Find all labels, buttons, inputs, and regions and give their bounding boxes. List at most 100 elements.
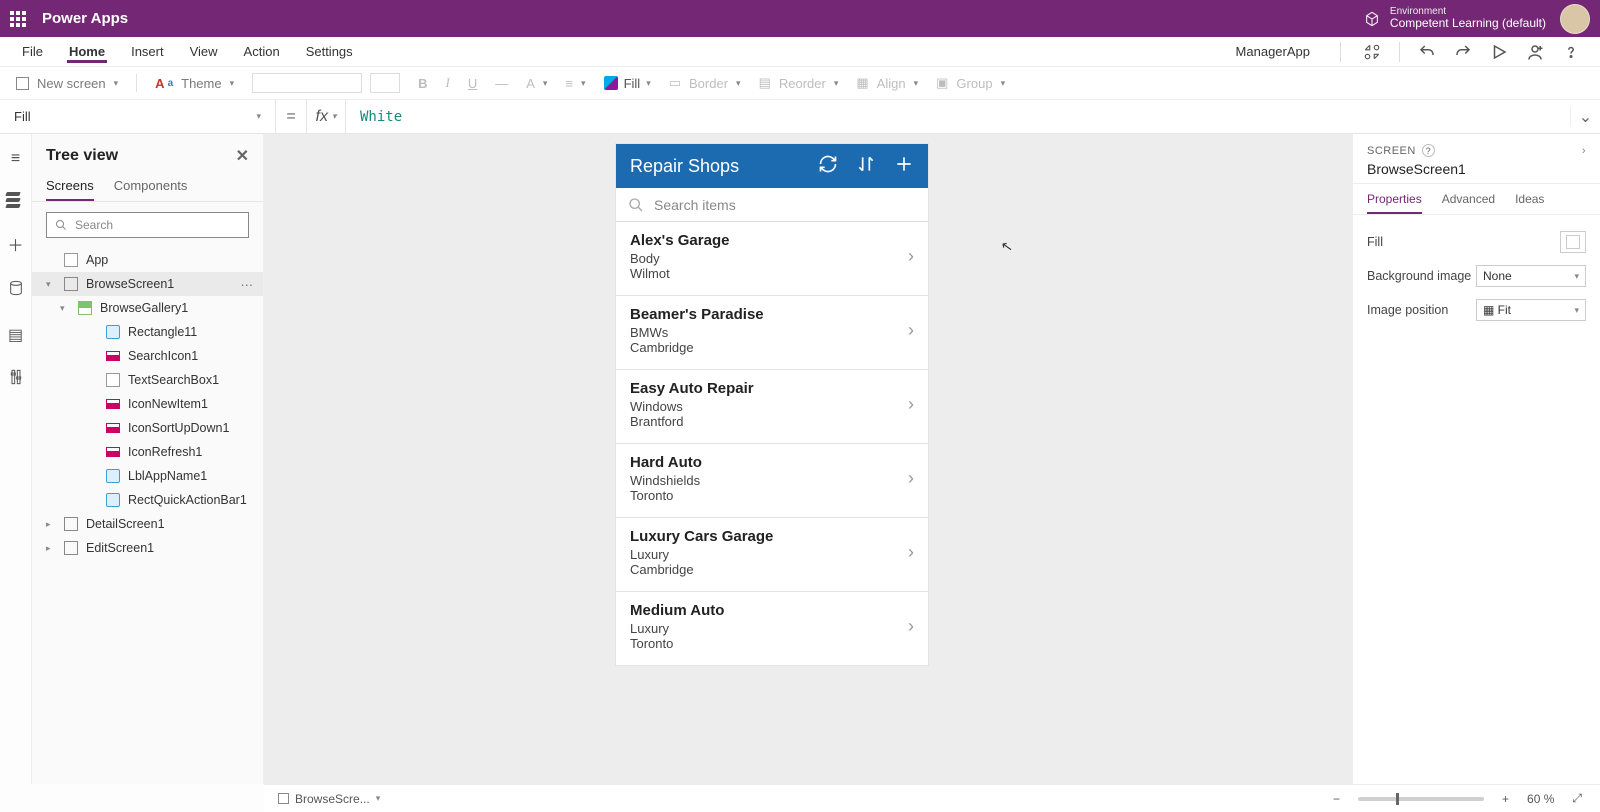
tree-search-input[interactable]: Search	[46, 212, 249, 238]
rail-tools-icon[interactable]	[6, 369, 26, 390]
user-avatar[interactable]	[1560, 4, 1590, 34]
menu-tab-action[interactable]: Action	[242, 40, 282, 63]
menu-tab-file[interactable]: File	[20, 40, 45, 63]
bold-button[interactable]: B	[418, 76, 427, 91]
title-bar: Power Apps Environment Competent Learnin…	[0, 0, 1600, 37]
text-align-button[interactable]: ≡▾	[565, 76, 585, 91]
tree-item-iconsortupdown1[interactable]: IconSortUpDown1	[32, 416, 263, 440]
rail-hamburger-icon[interactable]: ≡	[6, 150, 26, 168]
app-checker-icon[interactable]	[1363, 43, 1381, 61]
tree-tab-screens[interactable]: Screens	[46, 172, 94, 201]
undo-icon[interactable]	[1418, 43, 1436, 61]
new-screen-button[interactable]: New screen▾	[16, 76, 118, 91]
play-icon[interactable]	[1490, 43, 1508, 61]
list-item[interactable]: Medium AutoLuxuryToronto›	[616, 592, 928, 665]
prop-imgpos-select[interactable]: ▦ Fit▾	[1476, 299, 1586, 321]
prop-imgpos-label: Image position	[1367, 303, 1448, 317]
list-item[interactable]: Hard AutoWindshieldsToronto›	[616, 444, 928, 518]
formula-expand-icon[interactable]: ⌄	[1570, 107, 1600, 127]
tree-item-rectquickactionbar1[interactable]: RectQuickActionBar1	[32, 488, 263, 512]
canvas[interactable]: Repair Shops Search items Alex's GarageB…	[264, 134, 1352, 784]
sort-icon[interactable]	[856, 154, 876, 179]
selection-dropdown-icon[interactable]: ▾	[376, 793, 381, 804]
align-button[interactable]: ▦ Align ▾	[856, 75, 918, 91]
underline-button[interactable]: U	[468, 76, 477, 91]
app-launcher-icon[interactable]	[10, 11, 26, 27]
tree-item-iconrefresh1[interactable]: IconRefresh1	[32, 440, 263, 464]
font-select[interactable]	[252, 73, 362, 93]
chevron-right-icon: ›	[908, 320, 914, 341]
tree-item-textsearchbox1[interactable]: TextSearchBox1	[32, 368, 263, 392]
tree-tab-components[interactable]: Components	[114, 172, 188, 201]
tree-item-rectangle11[interactable]: Rectangle11	[32, 320, 263, 344]
rail-media-icon[interactable]: ▤	[6, 325, 26, 345]
rail-data-icon[interactable]	[6, 280, 26, 301]
tree-title: Tree view	[46, 147, 118, 165]
list-item[interactable]: Luxury Cars GarageLuxuryCambridge›	[616, 518, 928, 592]
tree-item-app[interactable]: App	[32, 248, 263, 272]
border-button[interactable]: ▭ Border ▾	[669, 75, 741, 91]
refresh-icon[interactable]	[818, 154, 838, 179]
tree-item-iconnewitem1[interactable]: IconNewItem1	[32, 392, 263, 416]
tree-item-browsescreen1[interactable]: ▾BrowseScreen1	[32, 272, 263, 296]
menu-tab-insert[interactable]: Insert	[129, 40, 166, 63]
preview-header: Repair Shops	[616, 144, 928, 188]
property-dropdown[interactable]: Fill▾	[0, 100, 276, 134]
expand-icon[interactable]: ›	[1582, 145, 1586, 157]
chevron-right-icon: ›	[908, 468, 914, 489]
zoom-slider[interactable]	[1358, 797, 1484, 801]
formula-input[interactable]: White	[346, 109, 1570, 125]
search-icon	[628, 197, 644, 213]
reorder-button[interactable]: ▤ Reorder ▾	[759, 75, 839, 91]
group-button[interactable]: ▣ Group ▾	[936, 75, 1005, 91]
menu-tab-settings[interactable]: Settings	[304, 40, 355, 63]
font-size[interactable]	[370, 73, 400, 93]
paint-bucket-icon	[604, 76, 618, 90]
list-item[interactable]: Beamer's ParadiseBMWsCambridge›	[616, 296, 928, 370]
environment-label: Environment	[1390, 6, 1546, 17]
fill-button[interactable]: Fill▾	[604, 76, 651, 91]
strike-button[interactable]: —	[495, 76, 508, 91]
add-icon[interactable]	[894, 154, 914, 179]
prop-bgimage-select[interactable]: None▾	[1476, 265, 1586, 287]
tree-item-searchicon1[interactable]: SearchIcon1	[32, 344, 263, 368]
info-icon[interactable]: ?	[1422, 144, 1435, 157]
fx-icon[interactable]: fx▾	[306, 100, 346, 134]
list-item[interactable]: Alex's GarageBodyWilmot›	[616, 222, 928, 296]
tree-item-browsegallery1[interactable]: ▾BrowseGallery1	[32, 296, 263, 320]
environment-picker[interactable]: Environment Competent Learning (default)	[1364, 6, 1546, 30]
redo-icon[interactable]	[1454, 43, 1472, 61]
status-bar: BrowseScre... ▾ − + 60 % ⤢	[264, 784, 1600, 812]
menu-tab-view[interactable]: View	[188, 40, 220, 63]
environment-icon	[1364, 11, 1380, 27]
zoom-in-button[interactable]: +	[1498, 792, 1513, 806]
list-item[interactable]: Easy Auto RepairWindowsBrantford›	[616, 370, 928, 444]
rail-treeview-icon[interactable]	[6, 192, 26, 208]
prop-tab-ideas[interactable]: Ideas	[1515, 192, 1544, 214]
prop-tab-properties[interactable]: Properties	[1367, 192, 1422, 214]
tree-item-editscreen1[interactable]: ▸EditScreen1	[32, 536, 263, 560]
selected-element-name: BrowseScreen1	[1367, 161, 1586, 177]
current-app-name[interactable]: ManagerApp	[1236, 44, 1310, 59]
properties-panel: SCREEN ? › BrowseScreen1 Properties Adva…	[1352, 134, 1600, 784]
font-color-button[interactable]: A▾	[526, 76, 547, 91]
share-icon[interactable]	[1526, 43, 1544, 61]
tree-item-detailscreen1[interactable]: ▸DetailScreen1	[32, 512, 263, 536]
rail-insert-icon[interactable]: ＋	[6, 232, 26, 256]
italic-button[interactable]: I	[446, 75, 450, 91]
tree-item-lblappname1[interactable]: LblAppName1	[32, 464, 263, 488]
menu-tab-home[interactable]: Home	[67, 40, 107, 63]
zoom-out-button[interactable]: −	[1329, 792, 1344, 806]
selection-name[interactable]: BrowseScre...	[295, 792, 370, 806]
preview-search[interactable]: Search items	[616, 188, 928, 222]
chevron-right-icon: ›	[908, 616, 914, 637]
theme-button[interactable]: Aa Theme▾	[155, 76, 234, 91]
help-icon[interactable]	[1562, 43, 1580, 61]
prop-tab-advanced[interactable]: Advanced	[1442, 192, 1495, 214]
prop-fill-swatch[interactable]	[1560, 231, 1586, 253]
fit-to-screen-icon[interactable]: ⤢	[1568, 791, 1586, 806]
left-rail: ≡ ＋ ▤	[0, 134, 32, 784]
tree-close-icon[interactable]: ✕	[236, 146, 249, 166]
prop-bgimage-label: Background image	[1367, 269, 1471, 283]
preview-title: Repair Shops	[630, 156, 739, 177]
